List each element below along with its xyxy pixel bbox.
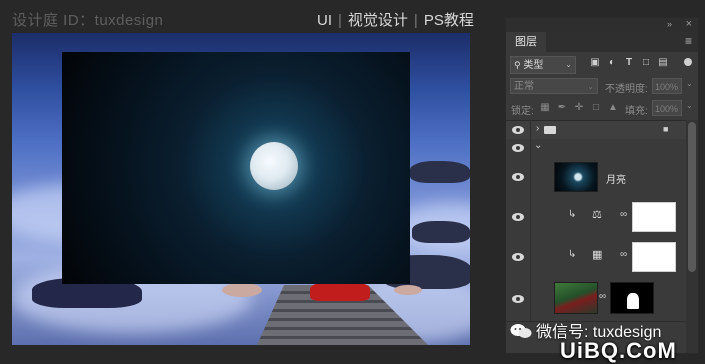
lock-label: 锁定: <box>511 106 534 117</box>
scrollbar-thumb[interactable] <box>688 122 696 272</box>
collapse-icon[interactable]: » <box>667 19 672 29</box>
lock-all-icon[interactable]: ▲ <box>607 102 619 114</box>
filter-kind-select[interactable]: ⚲ 类型 ⌄ <box>510 56 576 74</box>
link-chain-icon[interactable]: ∞ <box>620 209 627 220</box>
clipping-arrow-icon: ↳ <box>568 249 577 260</box>
lock-position-icon[interactable]: ✛ <box>573 102 585 114</box>
layer-row[interactable]: ↳ ▦ ∞ <box>506 237 686 278</box>
lock-artboard-icon[interactable]: □ <box>590 102 602 114</box>
chevron-down-icon[interactable]: ⌄ <box>686 101 693 110</box>
breadcrumb: UI | 视觉设计 | PS教程 <box>317 9 474 30</box>
sea-rock <box>412 221 470 243</box>
breadcrumb-ui: UI <box>317 12 332 29</box>
chevron-down-icon[interactable]: ⌄ <box>534 140 542 151</box>
opacity-label: 不透明度: <box>605 84 648 95</box>
eye-icon[interactable] <box>510 211 526 223</box>
filter-toggle[interactable] <box>684 58 692 66</box>
pixel-filter-icon[interactable]: ▣ <box>589 57 601 69</box>
layer-thumbnail <box>554 162 598 192</box>
layer-row[interactable]: ⌄ <box>506 139 686 158</box>
eye-icon[interactable] <box>510 142 526 154</box>
type-filter-icon[interactable]: T <box>623 57 635 69</box>
site-watermark: UiBQ.CoM <box>560 338 677 363</box>
shape-filter-icon[interactable]: □ <box>640 57 652 69</box>
layer-row[interactable]: ↳ ⚖ ∞ <box>506 197 686 238</box>
moon <box>250 142 298 190</box>
close-icon[interactable]: × <box>686 18 692 30</box>
eye-icon[interactable] <box>510 124 526 136</box>
panel-tab-bar: 图层 ≡ <box>506 32 698 52</box>
breadcrumb-separator: | <box>338 12 342 29</box>
layer-row[interactable]: 月亮 <box>506 157 686 198</box>
fill-field[interactable]: 100% <box>652 100 682 116</box>
mask-shape <box>627 293 639 309</box>
layer-filter-row: ⚲ 类型 ⌄ ▣ ◐ T □ ▤ <box>506 56 698 74</box>
chevron-right-icon[interactable]: › <box>536 123 539 134</box>
fill-label: 填充: <box>625 106 648 117</box>
layer-row[interactable]: ∞ <box>506 277 686 322</box>
figure-limb <box>222 283 262 297</box>
layers-panel: » × 图层 ≡ ⚲ 类型 ⌄ ▣ ◐ T □ ▤ 正常 ⌄ 不透明度: 100… <box>505 17 699 354</box>
blend-mode-value: 正常 <box>514 81 534 92</box>
lock-icon: ■ <box>663 124 669 134</box>
breadcrumb-ps-tutorial: PS教程 <box>423 12 474 29</box>
levels-icon: ▦ <box>592 249 603 261</box>
eye-icon[interactable] <box>510 251 526 263</box>
sea-rock <box>410 161 470 183</box>
layer-thumbnail <box>554 282 598 314</box>
search-icon: ⚲ <box>514 60 521 70</box>
chevron-down-icon: ⌄ <box>565 60 572 69</box>
adjustment-filter-icon[interactable]: ◐ <box>606 57 618 69</box>
layer-row[interactable]: › ■ <box>506 121 686 140</box>
moon-layer-image[interactable] <box>62 52 410 284</box>
lock-row: 锁定: ▦ ✒ ✛ □ ▲ 填充: 100% ⌄ <box>506 100 698 118</box>
red-dress <box>310 281 370 301</box>
opacity-field[interactable]: 100% <box>652 78 682 94</box>
layer-name[interactable]: 月亮 <box>606 171 626 186</box>
eye-icon[interactable] <box>510 171 526 183</box>
layer-mask-thumbnail[interactable] <box>632 202 676 232</box>
panel-menu-icon[interactable]: ≡ <box>685 34 692 48</box>
eye-icon[interactable] <box>510 293 526 305</box>
chevron-down-icon[interactable]: ⌄ <box>686 79 693 88</box>
blend-row: 正常 ⌄ 不透明度: 100% ⌄ <box>506 78 698 96</box>
link-chain-icon[interactable]: ∞ <box>620 249 627 260</box>
blend-mode-select[interactable]: 正常 ⌄ <box>510 78 598 94</box>
filter-kind-label: 类型 <box>523 60 544 71</box>
breadcrumb-visual-design: 视觉设计 <box>347 12 408 29</box>
chevron-down-icon: ⌄ <box>587 82 594 91</box>
figure-limb <box>394 285 422 295</box>
tab-layers[interactable]: 图层 <box>506 32 546 52</box>
balance-icon: ⚖ <box>592 209 602 221</box>
lock-transparent-icon[interactable]: ▦ <box>539 102 551 114</box>
folder-icon <box>544 126 556 134</box>
link-chain-icon[interactable]: ∞ <box>599 291 606 302</box>
wechat-icon <box>510 324 532 338</box>
top-left-watermark: 设计庭 ID：tuxdesign <box>12 12 164 29</box>
clipping-arrow-icon: ↳ <box>568 209 577 220</box>
lock-paint-icon[interactable]: ✒ <box>556 102 568 114</box>
layer-mask-thumbnail[interactable] <box>632 242 676 272</box>
layer-mask-thumbnail[interactable] <box>610 282 654 314</box>
panel-titlebar[interactable]: » × <box>506 18 698 32</box>
smart-object-filter-icon[interactable]: ▤ <box>657 57 669 69</box>
breadcrumb-separator: | <box>413 12 418 29</box>
